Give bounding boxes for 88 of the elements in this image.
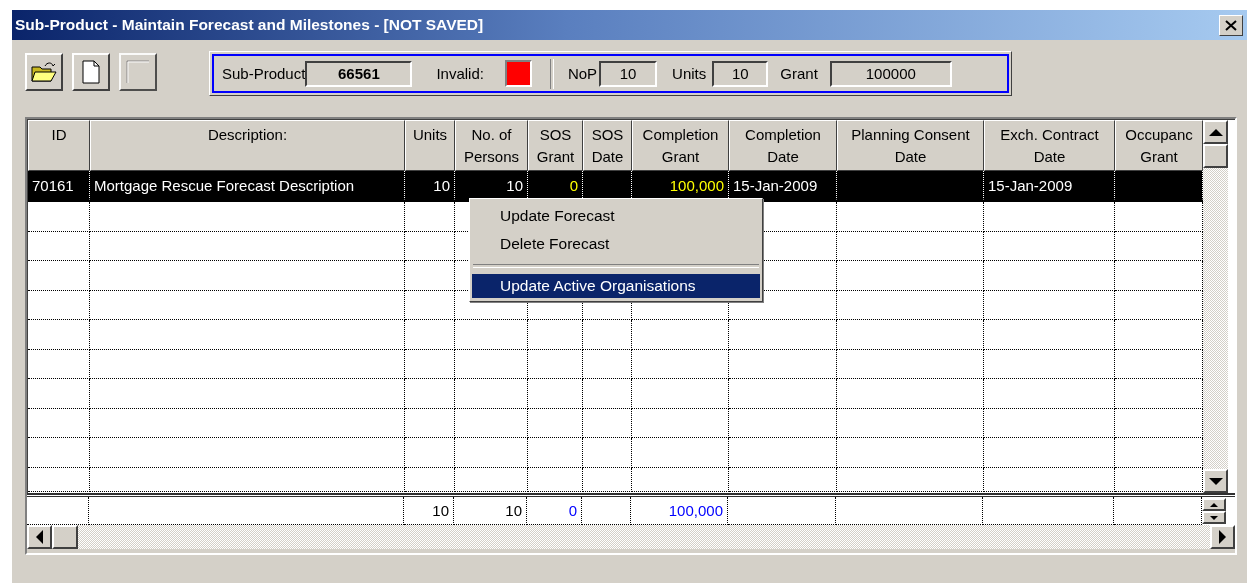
field-label: Grant: [780, 65, 818, 82]
empty-cell: [405, 320, 455, 350]
empty-cell: [528, 379, 583, 409]
close-button[interactable]: [1219, 14, 1243, 36]
scroll-down-button[interactable]: [1203, 469, 1228, 493]
total-cell: 100,000: [631, 497, 728, 525]
units-field: 10: [712, 60, 769, 87]
empty-cell: [405, 467, 455, 492]
vertical-scrollbar[interactable]: [1203, 120, 1228, 493]
scroll-up-button[interactable]: [1203, 120, 1228, 144]
empty-cell: [405, 349, 455, 379]
empty-cell: [583, 467, 632, 492]
empty-cell: [28, 231, 90, 261]
empty-cell: [528, 349, 583, 379]
spin-down-button[interactable]: [1202, 511, 1226, 524]
total-cell: 0: [527, 497, 582, 525]
toolbar-button[interactable]: [72, 53, 110, 91]
column-header[interactable]: Occupanc Grant: [1115, 120, 1203, 171]
down-arrow-icon: [1208, 477, 1223, 485]
field-label: Invalid:: [436, 65, 484, 82]
empty-cell: [405, 408, 455, 438]
empty-cell: [583, 438, 632, 468]
total-cell: 10: [454, 497, 527, 525]
column-header[interactable]: No. of Persons: [455, 120, 528, 171]
field-label: Units: [672, 65, 707, 82]
spin-up-button[interactable]: [1202, 498, 1226, 511]
table-cell: 10: [455, 171, 528, 200]
empty-cell: [28, 349, 90, 379]
empty-cell: [28, 320, 90, 350]
scroll-right-button[interactable]: [1210, 525, 1235, 549]
empty-cell: [28, 261, 90, 291]
column-header[interactable]: Completion Date: [729, 120, 837, 171]
spin-control[interactable]: [1202, 497, 1227, 525]
empty-cell: [405, 438, 455, 468]
column-header[interactable]: Description:: [90, 120, 405, 171]
right-arrow-icon: [1219, 530, 1226, 544]
empty-cell: [28, 290, 90, 320]
empty-cell: [528, 438, 583, 468]
scroll-thumb[interactable]: [1203, 144, 1228, 168]
empty-cell: [528, 467, 583, 492]
table-cell: 15-Jan-2009: [729, 171, 837, 200]
toolbar-button[interactable]: [25, 53, 63, 91]
horizontal-scrollbar[interactable]: [27, 525, 1235, 549]
column-header[interactable]: Exch. Contract Date: [984, 120, 1115, 171]
empty-cell: [405, 379, 455, 409]
left-arrow-icon: [36, 530, 43, 544]
grant-field: 100000: [829, 60, 952, 87]
empty-cell: [583, 349, 632, 379]
empty-cell: [583, 408, 632, 438]
scroll-left-button[interactable]: [27, 525, 52, 549]
table-cell: 70161: [28, 171, 90, 200]
nop-field: 10: [599, 60, 658, 87]
menu-item[interactable]: Update Active Organisations: [472, 274, 760, 298]
field-label: NoP: [567, 65, 598, 82]
window-title: Sub-Product - Maintain Forecast and Milestones - [NOT SAVED]: [15, 16, 484, 34]
empty-cell: [405, 290, 455, 320]
down-arrow-icon: [1210, 515, 1218, 520]
column-header[interactable]: ID: [28, 120, 90, 171]
column-header[interactable]: Units: [405, 120, 455, 171]
table-cell: 10: [405, 171, 455, 200]
column-header[interactable]: Completion Grant: [632, 120, 729, 171]
column-header[interactable]: SOS Date: [583, 120, 632, 171]
empty-cell: [28, 438, 90, 468]
empty-cell: [28, 379, 90, 409]
column-header[interactable]: SOS Grant: [528, 120, 583, 171]
up-arrow-icon: [1208, 128, 1223, 136]
field-label: Sub-Product: [222, 65, 306, 82]
table-cell: 100,000: [632, 171, 729, 200]
empty-cell: [28, 408, 90, 438]
column-header[interactable]: Planning Consent Date: [837, 120, 984, 171]
empty-cell: [583, 320, 632, 350]
table-cell: Mortgage Rescue Forecast Description: [90, 171, 405, 200]
empty-cell: [528, 408, 583, 438]
menu-item[interactable]: Update Forecast: [472, 202, 760, 230]
sub-product-field: 66561: [305, 60, 413, 87]
up-arrow-icon: [1210, 502, 1218, 507]
new-document-icon: [82, 60, 100, 84]
empty-cell: [583, 379, 632, 409]
table-cell: 15-Jan-2009: [984, 171, 1115, 200]
total-cell: 10: [404, 497, 454, 525]
scroll-thumb[interactable]: [52, 525, 78, 549]
close-icon: [1225, 19, 1237, 31]
blank-tool-icon: [126, 60, 150, 84]
empty-cell: [28, 467, 90, 492]
table-cell: 0: [528, 171, 583, 200]
empty-cell: [528, 320, 583, 350]
menu-item[interactable]: Delete Forecast: [472, 230, 760, 258]
open-folder-icon: [31, 61, 57, 83]
